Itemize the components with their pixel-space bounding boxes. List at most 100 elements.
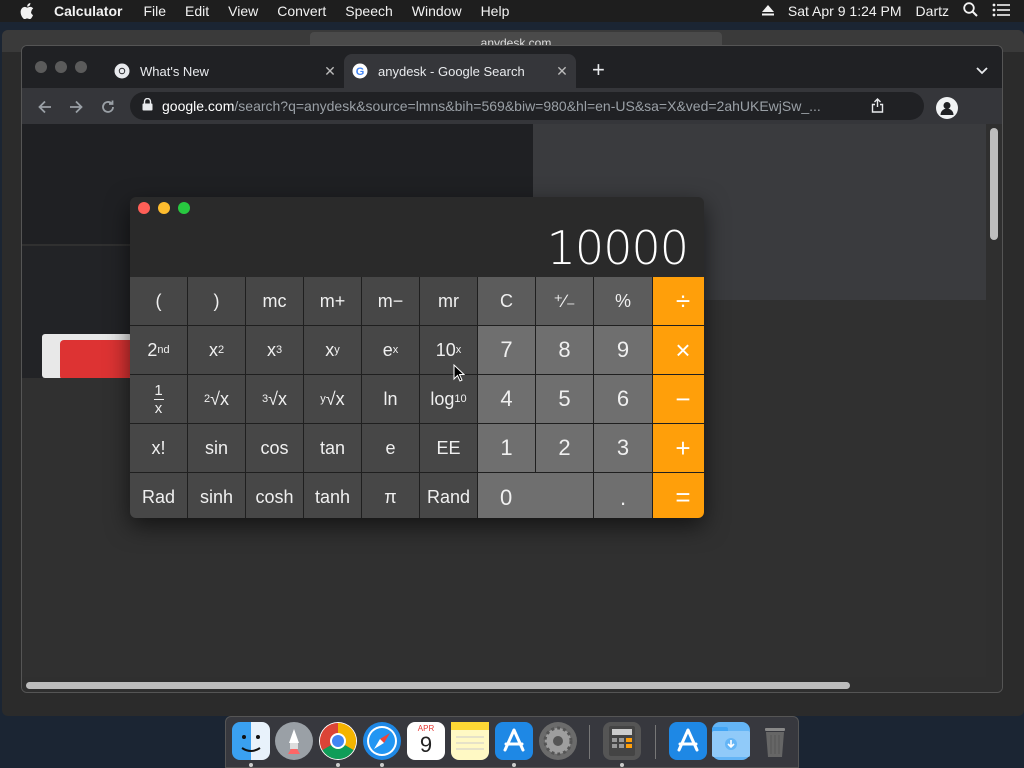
key-7[interactable]: 7: [478, 326, 535, 374]
key-plus-minus[interactable]: ⁺∕₋: [536, 277, 593, 325]
key-tan[interactable]: tan: [304, 424, 361, 472]
key-ee[interactable]: EE: [420, 424, 477, 472]
key-clear[interactable]: C: [478, 277, 535, 325]
calculator-minimize-button[interactable]: [158, 202, 170, 214]
dock-calculator-icon[interactable]: [603, 722, 641, 760]
address-bar[interactable]: google.com /search?q=anydesk&source=lmns…: [130, 92, 924, 120]
key-rad[interactable]: Rad: [130, 473, 187, 518]
tab-search-chevron-down-icon[interactable]: [976, 62, 988, 80]
notification-center-icon[interactable]: [992, 3, 1010, 20]
dock-system-preferences-icon[interactable]: [539, 722, 577, 760]
key-add[interactable]: +: [653, 424, 704, 472]
key-sinh[interactable]: sinh: [188, 473, 245, 518]
window-minimize-button[interactable]: [55, 61, 67, 73]
menu-help[interactable]: Help: [481, 3, 510, 19]
window-zoom-button[interactable]: [75, 61, 87, 73]
key-4[interactable]: 4: [478, 375, 535, 423]
key-9[interactable]: 9: [594, 326, 652, 374]
menu-edit[interactable]: Edit: [185, 3, 209, 19]
menubar-user[interactable]: Dartz: [916, 3, 949, 19]
key-y-root[interactable]: y √x: [304, 375, 361, 423]
key-memory-add[interactable]: m+: [304, 277, 361, 325]
menu-speech[interactable]: Speech: [345, 3, 392, 19]
key-divide[interactable]: ÷: [653, 277, 704, 325]
key-factorial[interactable]: x!: [130, 424, 187, 472]
key-memory-clear[interactable]: mc: [246, 277, 303, 325]
forward-arrow-icon[interactable]: [67, 98, 85, 116]
dock-app-store-folder-icon[interactable]: [669, 722, 707, 760]
share-icon[interactable]: [871, 98, 884, 116]
menu-file[interactable]: File: [143, 3, 166, 19]
menu-convert[interactable]: Convert: [277, 3, 326, 19]
lock-icon[interactable]: [142, 97, 156, 114]
key-cos[interactable]: cos: [246, 424, 303, 472]
vertical-scrollbar[interactable]: [986, 124, 1002, 692]
key-square-root[interactable]: 2 √x: [188, 375, 245, 423]
tab-title: What's New: [140, 63, 209, 79]
key-subtract[interactable]: −: [653, 375, 704, 423]
tab-google-search[interactable]: G anydesk - Google Search ✕: [344, 54, 576, 88]
dock-calendar-icon[interactable]: APR 9: [407, 722, 445, 760]
dock-notes-icon[interactable]: [451, 722, 489, 760]
spotlight-search-icon[interactable]: [963, 2, 978, 20]
key-e[interactable]: e: [362, 424, 419, 472]
calculator-title-bar[interactable]: [130, 197, 704, 219]
horizontal-scrollbar[interactable]: [22, 677, 987, 692]
apple-menu-icon[interactable]: [20, 3, 38, 19]
key-memory-subtract[interactable]: m−: [362, 277, 419, 325]
menu-app-name[interactable]: Calculator: [54, 3, 122, 19]
window-close-button[interactable]: [35, 61, 47, 73]
new-tab-plus-icon[interactable]: +: [592, 58, 605, 82]
key-log10[interactable]: log 10: [420, 375, 477, 423]
key-percent[interactable]: %: [594, 277, 652, 325]
key-second[interactable]: 2nd: [130, 326, 187, 374]
dock-finder-icon[interactable]: [232, 722, 270, 760]
key-e-to-x[interactable]: ex: [362, 326, 419, 374]
key-1[interactable]: 1: [478, 424, 535, 472]
key-sin[interactable]: sin: [188, 424, 245, 472]
calculator-zoom-button[interactable]: [178, 202, 190, 214]
key-x-cubed[interactable]: x3: [246, 326, 303, 374]
tab-whats-new[interactable]: What's New ✕: [106, 54, 344, 88]
key-close-paren[interactable]: ): [188, 277, 245, 325]
calculator-close-button[interactable]: [138, 202, 150, 214]
menubar-clock[interactable]: Sat Apr 9 1:24 PM: [788, 3, 902, 19]
key-0[interactable]: 0: [478, 473, 593, 518]
profile-avatar-icon[interactable]: [936, 97, 958, 119]
eject-icon[interactable]: [761, 3, 774, 19]
menu-window[interactable]: Window: [412, 3, 462, 19]
mouse-pointer-icon: [453, 363, 466, 387]
key-open-paren[interactable]: (: [130, 277, 187, 325]
menu-view[interactable]: View: [228, 3, 258, 19]
key-pi[interactable]: π: [362, 473, 419, 518]
key-ln[interactable]: ln: [362, 375, 419, 423]
dock-downloads-folder-icon[interactable]: [712, 722, 750, 760]
dock-safari-icon[interactable]: [363, 722, 401, 760]
dock-launchpad-icon[interactable]: [275, 722, 313, 760]
key-multiply[interactable]: ×: [653, 326, 704, 374]
tab-close-icon[interactable]: ✕: [554, 63, 570, 80]
reload-icon[interactable]: [99, 98, 117, 116]
key-6[interactable]: 6: [594, 375, 652, 423]
key-x-squared[interactable]: x2: [188, 326, 245, 374]
key-rand[interactable]: Rand: [420, 473, 477, 518]
tab-close-icon[interactable]: ✕: [322, 63, 338, 80]
key-3[interactable]: 3: [594, 424, 652, 472]
result-thumbnail-image[interactable]: [42, 334, 132, 378]
key-decimal[interactable]: .: [594, 473, 652, 518]
dock-app-store-icon[interactable]: [495, 722, 533, 760]
key-equals[interactable]: =: [653, 473, 704, 518]
dock-chrome-icon[interactable]: [319, 722, 357, 760]
key-tanh[interactable]: tanh: [304, 473, 361, 518]
key-cube-root[interactable]: 3 √x: [246, 375, 303, 423]
key-reciprocal[interactable]: 1x: [130, 375, 187, 423]
key-5[interactable]: 5: [536, 375, 593, 423]
back-arrow-icon[interactable]: [36, 98, 54, 116]
key-ten-to-x[interactable]: 10 x: [420, 326, 477, 374]
dock-trash-icon[interactable]: [756, 722, 794, 760]
key-8[interactable]: 8: [536, 326, 593, 374]
key-memory-recall[interactable]: mr: [420, 277, 477, 325]
key-2[interactable]: 2: [536, 424, 593, 472]
key-cosh[interactable]: cosh: [246, 473, 303, 518]
key-x-to-y[interactable]: xy: [304, 326, 361, 374]
